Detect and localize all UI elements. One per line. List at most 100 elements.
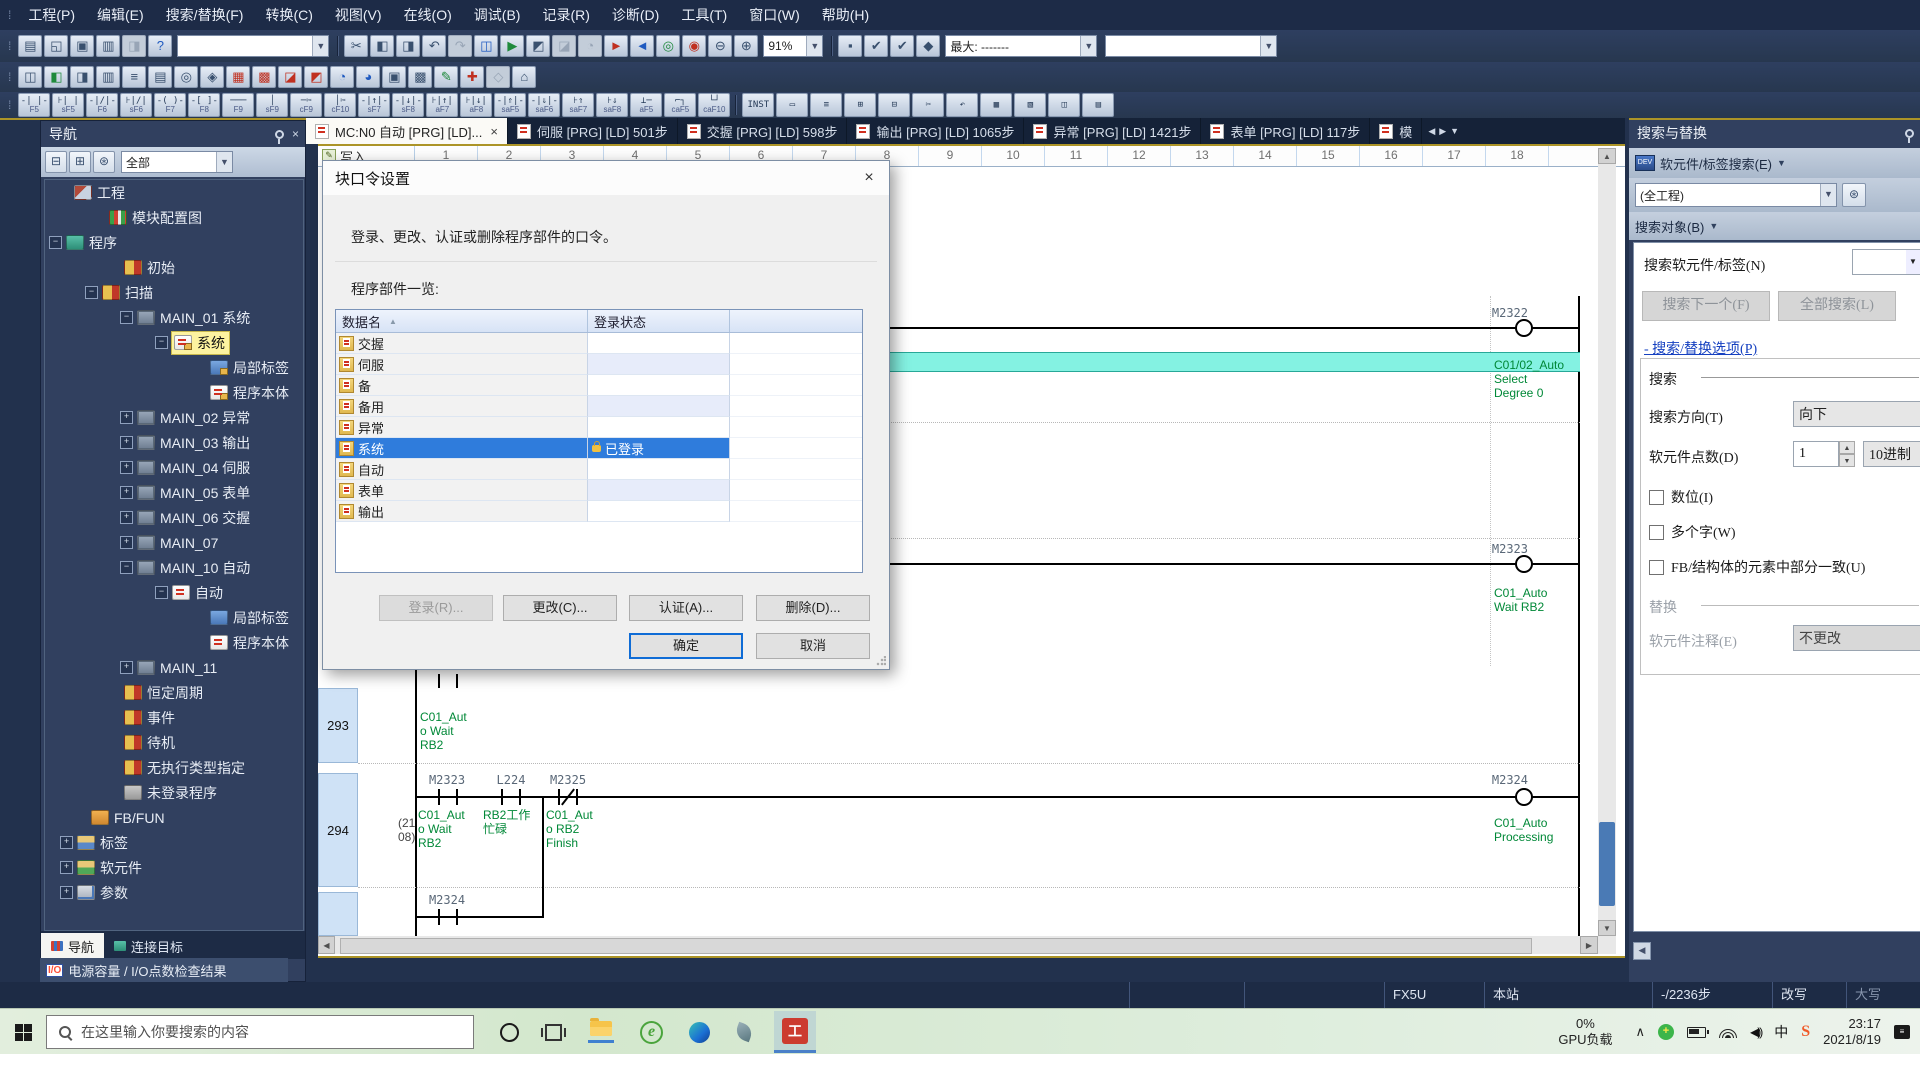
zoom-out-icon[interactable]: ⊖ (708, 35, 732, 57)
tree-item[interactable]: − 程序 (45, 230, 303, 255)
file-explorer-button[interactable] (588, 1021, 614, 1043)
tree-expander-icon[interactable]: − (120, 561, 133, 574)
ladder-symbol-button[interactable]: ⊦|/| sF6 (120, 93, 152, 117)
tree-expander-icon[interactable]: + (120, 661, 133, 674)
batch-monitor-icon[interactable]: ◇ (486, 66, 510, 88)
structure-icon[interactable]: ▩ (408, 66, 432, 88)
ladder-symbol-button[interactable]: ⊦⇑ saF7 (562, 93, 594, 117)
scroll-left-icon[interactable]: ◀ (318, 936, 335, 954)
zoom-combo[interactable]: 91%▼ (763, 35, 823, 57)
edit-io-icon[interactable]: ✎ (434, 66, 458, 88)
expand-all-icon[interactable]: ⊞ (69, 151, 91, 173)
find-input-combo[interactable]: ▼ (1852, 249, 1920, 275)
device-batch-icon[interactable]: ▩ (252, 66, 276, 88)
undo-icon[interactable]: ↶ (422, 35, 446, 57)
tree-item[interactable]: − 自动 (45, 580, 303, 605)
monitor-start-icon[interactable]: ◉ (682, 35, 706, 57)
write-to-plc-icon[interactable]: ► (604, 35, 628, 57)
vertical-scrollbar[interactable] (1598, 148, 1616, 936)
watch-window-icon[interactable]: ≡ (122, 66, 146, 88)
交握[interactable]: 交握 (336, 333, 862, 354)
ladder-symbol-button[interactable]: -|/|- F6 (86, 93, 118, 117)
tree-item[interactable]: + 参数 (45, 880, 303, 905)
tree-expander-icon[interactable]: + (120, 436, 133, 449)
dialog-close-icon[interactable]: × (849, 161, 889, 195)
collapse-all-icon[interactable]: ⊟ (45, 151, 67, 173)
tab-scroll-left-icon[interactable]: ◀ (1428, 126, 1435, 137)
ladder-symbol-button[interactable]: └┘ caF10 (698, 93, 730, 117)
tree-expander-icon[interactable]: − (120, 311, 133, 324)
表单[interactable]: 表单 (336, 480, 862, 501)
menu-item[interactable]: 帮助(H) (811, 0, 880, 30)
module-configuration-icon[interactable]: ◧ (44, 66, 68, 88)
tree-settings-gear-icon[interactable]: ⊛ (93, 151, 115, 173)
output-window-icon[interactable]: ▤ (148, 66, 172, 88)
vline-write-icon[interactable]: ≡ (810, 93, 842, 117)
power-capacity-tab[interactable]: I/O 电源容量 / I/O点数检查结果 (40, 958, 288, 982)
save-project-icon[interactable]: ▣ (70, 35, 94, 57)
check-program-icon[interactable]: ✔ (864, 35, 888, 57)
cross-reference-icon[interactable]: ▥ (96, 66, 120, 88)
scope-settings-icon[interactable]: ⊛ (1842, 183, 1866, 207)
window-combo[interactable]: ▼ (1105, 35, 1277, 57)
ladder-symbol-button[interactable]: ─✂ cF9 (290, 93, 322, 117)
menu-item[interactable]: 窗口(W) (738, 0, 811, 30)
tree-expander-icon[interactable]: + (60, 861, 73, 874)
tree-expander-icon[interactable]: + (120, 511, 133, 524)
io-check-icon[interactable]: ✚ (460, 66, 484, 88)
new-project-icon[interactable]: ▤ (18, 35, 42, 57)
search-target-strip[interactable]: 搜索对象(B) ▼ (1629, 212, 1920, 240)
comment-mode-combo[interactable]: 不更改 (1793, 625, 1920, 651)
menu-item[interactable]: 工程(P) (17, 0, 86, 30)
edit-cut-rung-icon[interactable]: ✂ (912, 93, 944, 117)
comment-edit-icon[interactable]: ▦ (980, 93, 1012, 117)
tree-item[interactable]: 工程 (45, 180, 303, 205)
tree-item[interactable]: FB/FUN (45, 805, 303, 830)
inst-icon[interactable]: INST (742, 93, 774, 117)
ladder-symbol-button[interactable]: │✂ cF10 (324, 93, 356, 117)
tree-filter-combo[interactable]: 全部▼ (121, 151, 233, 173)
tree-item[interactable]: 局部标签 (45, 355, 303, 380)
备用[interactable]: 备用 (336, 396, 862, 417)
ladder-symbol-button[interactable]: -| |- F5 (18, 93, 50, 117)
ladder-symbol-button[interactable]: -|↑|- sF7 (358, 93, 390, 117)
verify-icon[interactable]: ◎ (656, 35, 680, 57)
change-button[interactable]: 更改(C)... (503, 595, 617, 621)
battery-icon[interactable] (1687, 1027, 1706, 1038)
ladder-symbol-button[interactable]: ⌐┐ caF5 (664, 93, 696, 117)
ladder-symbol-button[interactable]: -[ ]- F8 (188, 93, 220, 117)
checkbox[interactable] (1649, 560, 1664, 575)
copy-special-disabled-icon[interactable]: ◔ (578, 35, 602, 57)
输出[interactable]: 输出 (336, 501, 862, 522)
panel-tab[interactable]: 连接目标 (104, 933, 193, 959)
device-test-icon[interactable]: ◩ (526, 35, 550, 57)
antivirus-tray-icon[interactable]: + (1658, 1024, 1674, 1040)
ie-button[interactable]: e (640, 1021, 663, 1044)
tree-item[interactable]: − MAIN_10 自动 (45, 555, 303, 580)
tree-item[interactable]: − 系统 (45, 330, 303, 355)
tab-close-icon[interactable]: × (490, 124, 498, 139)
tree-item[interactable]: 模块配置图 (45, 205, 303, 230)
statement-edit-icon[interactable]: ▧ (1014, 93, 1046, 117)
device-find-rung-icon[interactable]: ▤ (1082, 93, 1114, 117)
系统[interactable]: 系统 已登录 (336, 438, 862, 459)
check-parameter-icon[interactable]: ✔ (890, 35, 914, 57)
tree-item[interactable]: + MAIN_07 (45, 530, 303, 555)
tab-list-icon[interactable]: ▼ (1450, 126, 1459, 136)
coil-symbol[interactable] (1515, 319, 1533, 337)
ladder-symbol-button[interactable]: ⊥─ aF5 (630, 93, 662, 117)
tree-item[interactable]: 未登录程序 (45, 780, 303, 805)
tree-item[interactable]: + MAIN_04 伺服 (45, 455, 303, 480)
device-table-icon[interactable]: ◩ (304, 66, 328, 88)
document-tab[interactable]: 交握 [PRG] [LD] 598步 (678, 118, 848, 144)
sogou-input-icon[interactable]: S (1801, 1023, 1810, 1041)
device-list-icon[interactable]: ▦ (226, 66, 250, 88)
伺服[interactable]: 伺服 (336, 354, 862, 375)
points-stepper[interactable]: ▲▼ (1839, 441, 1855, 467)
fb-instance-icon[interactable]: ▣ (382, 66, 406, 88)
tree-expander-icon[interactable]: + (60, 886, 73, 899)
cut-icon[interactable]: ✂ (344, 35, 368, 57)
device-comment-icon[interactable]: ◫ (474, 35, 498, 57)
menu-item[interactable]: 转换(C) (254, 0, 323, 30)
自动[interactable]: 自动 (336, 459, 862, 480)
